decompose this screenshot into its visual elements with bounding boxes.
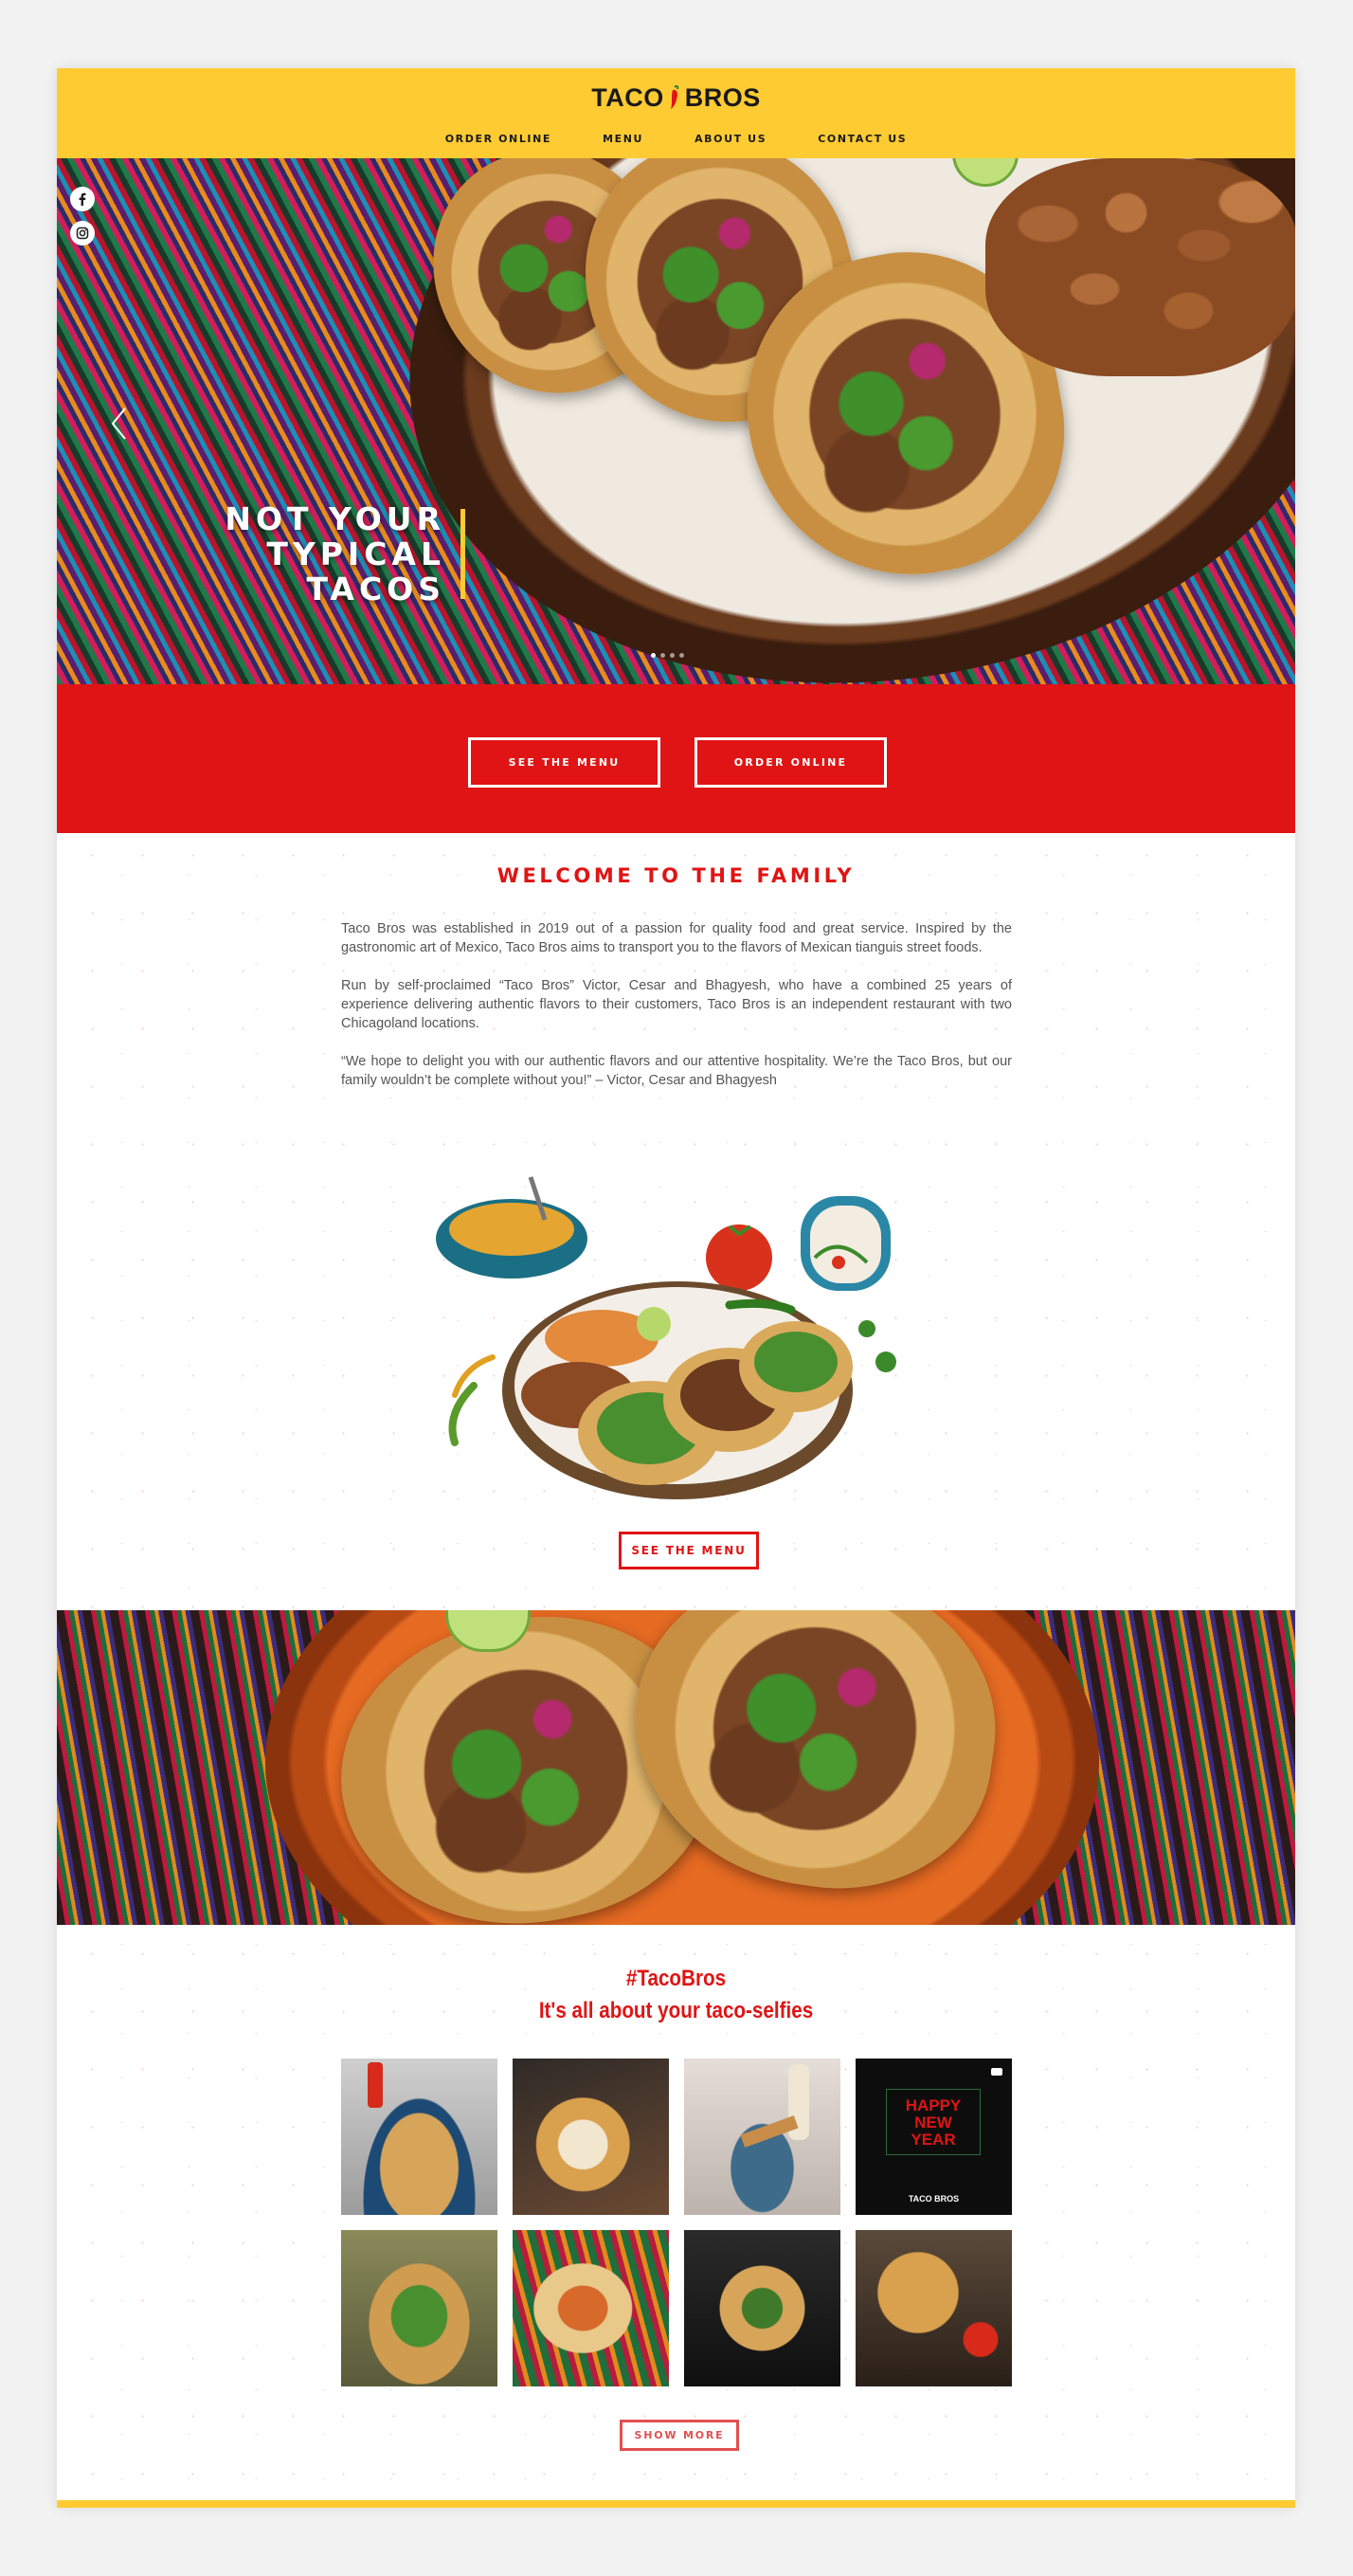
- hero-title-line: TYPICAL: [266, 535, 445, 572]
- instagram-gallery: HAPPY NEW YEAR TACO BROS: [341, 2059, 1012, 2386]
- gallery-photo[interactable]: [513, 2230, 669, 2386]
- gallery-photo[interactable]: [684, 2230, 840, 2386]
- nav-contact-us[interactable]: CONTACT US: [818, 133, 907, 145]
- hero-beans-image: [985, 158, 1295, 376]
- facebook-icon[interactable]: [70, 187, 95, 211]
- food-platter-image: [436, 1176, 896, 1499]
- slide-dot[interactable]: [679, 653, 684, 658]
- nav-about-us[interactable]: ABOUT US: [695, 133, 767, 145]
- page: TACO BROS ORDER ONLINE MENU ABOUT US CONT…: [57, 68, 1295, 2508]
- cta-band: SEE THE MENU ORDER ONLINE: [57, 684, 1295, 833]
- mini-brand-logo: TACO BROS: [856, 2194, 1012, 2204]
- site-header: TACO BROS ORDER ONLINE MENU ABOUT US CONT…: [57, 68, 1295, 158]
- nav-menu[interactable]: MENU: [603, 133, 643, 145]
- logo-text-bros: BROS: [684, 83, 761, 112]
- slideshow-prev-icon[interactable]: [110, 407, 129, 441]
- hero-title-line: NOT YOUR: [225, 500, 445, 537]
- see-menu-button[interactable]: SEE THE MENU: [468, 737, 660, 788]
- gallery-photo[interactable]: [341, 2230, 497, 2386]
- slide-dot[interactable]: [651, 653, 656, 658]
- selfies-subtitle: It's all about your taco-selfies: [538, 1998, 814, 2023]
- welcome-see-menu-button[interactable]: SEE THE MENU: [619, 1532, 759, 1569]
- new-year-line: HAPPY: [905, 2096, 962, 2114]
- footer-accent-bar: [57, 2500, 1295, 2508]
- welcome-paragraph: Taco Bros was established in 2019 out of…: [341, 921, 1012, 955]
- slide-dot[interactable]: [660, 653, 665, 658]
- site-logo[interactable]: TACO BROS: [57, 83, 1295, 113]
- nav-order-online[interactable]: ORDER ONLINE: [445, 133, 551, 145]
- mini-logo-bros: BROS: [934, 2194, 960, 2204]
- logo-text-taco: TACO: [591, 83, 664, 112]
- gallery-photo[interactable]: [513, 2059, 669, 2215]
- order-online-button[interactable]: ORDER ONLINE: [695, 737, 887, 788]
- instagram-icon[interactable]: [70, 221, 95, 245]
- welcome-title: WELCOME TO THE FAMILY: [496, 864, 856, 887]
- welcome-paragraph: “We hope to delight you with our authent…: [341, 1054, 1012, 1088]
- hero-slideshow: NOT YOUR TYPICAL TACOS: [57, 158, 1295, 684]
- welcome-paragraph: Run by self-proclaimed “Taco Bros” Victo…: [341, 978, 1012, 1031]
- gallery-photo[interactable]: [341, 2059, 497, 2215]
- hero-title-line: TACOS: [306, 571, 445, 608]
- hero-accent-bar: [460, 509, 465, 599]
- new-year-line: YEAR: [911, 2131, 956, 2149]
- welcome-text: Taco Bros was established in 2019 out of…: [341, 919, 1012, 1109]
- new-year-line: NEW: [914, 2113, 952, 2132]
- main-nav: ORDER ONLINE MENU ABOUT US CONTACT US: [57, 133, 1295, 145]
- gallery-photo[interactable]: HAPPY NEW YEAR TACO BROS: [856, 2059, 1012, 2215]
- hero-title: NOT YOUR TYPICAL TACOS: [171, 501, 445, 607]
- gallery-photo[interactable]: [856, 2230, 1012, 2386]
- show-more-button[interactable]: SHOW MORE: [620, 2420, 739, 2451]
- tacos-banner-image: [57, 1610, 1295, 1925]
- social-links: [70, 187, 95, 245]
- selfies-hashtag: #TacoBros: [625, 1966, 727, 1991]
- slideshow-dots: [651, 653, 684, 658]
- gallery-photo[interactable]: [684, 2059, 840, 2215]
- mini-logo-taco: TACO: [908, 2194, 932, 2204]
- slide-dot[interactable]: [670, 653, 675, 658]
- chili-pepper-icon: [670, 85, 678, 109]
- happy-new-year-graphic: HAPPY NEW YEAR: [886, 2089, 981, 2155]
